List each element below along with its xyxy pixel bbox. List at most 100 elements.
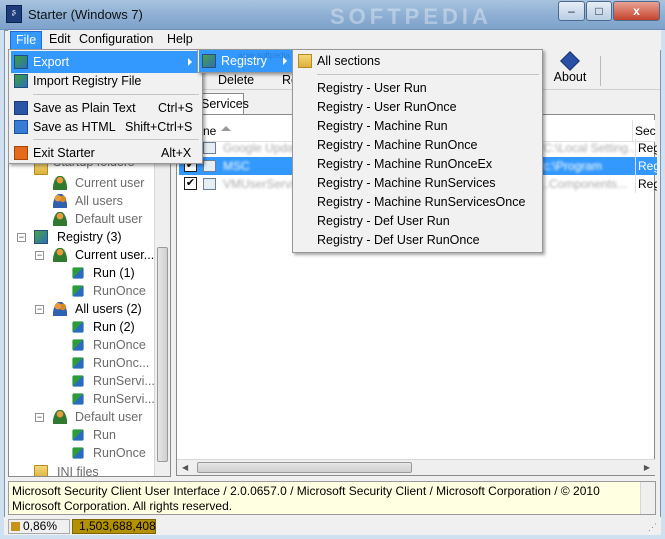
- status-bar: 0,86% 1,503,688,408 ⋰: [4, 517, 661, 535]
- export-icon: [14, 55, 28, 69]
- menu-separator: [33, 94, 199, 95]
- about-button[interactable]: About: [542, 51, 598, 88]
- registry-key-icon: [72, 393, 84, 405]
- registry-key-icon: [72, 285, 84, 297]
- users-icon: [53, 302, 67, 316]
- scroll-left-icon[interactable]: ◀: [182, 463, 188, 472]
- menu-bar: File Edit Configuration Help: [8, 30, 661, 50]
- folder-icon: [34, 465, 48, 476]
- menu-item-save-html[interactable]: Save as HTML Shift+Ctrl+S: [11, 116, 200, 138]
- import-icon: [14, 74, 28, 88]
- tree-sf-current-user[interactable]: Current user: [75, 174, 144, 192]
- collapse-default-user-icon[interactable]: −: [35, 413, 44, 422]
- tree-reg-current-run[interactable]: Run (1): [93, 264, 135, 282]
- tree-reg-all-users[interactable]: All users (2): [75, 300, 142, 318]
- save-icon: [14, 101, 28, 115]
- close-button[interactable]: x: [613, 1, 660, 21]
- about-label: About: [553, 70, 587, 84]
- tree-sf-all-users[interactable]: All users: [75, 192, 123, 210]
- registry-key-icon: [72, 429, 84, 441]
- collapse-current-user-icon[interactable]: −: [35, 251, 44, 260]
- tree-reg-default-run[interactable]: Run: [93, 426, 116, 444]
- tab-services[interactable]: Services: [196, 93, 249, 114]
- default-user-icon: [53, 410, 67, 424]
- column-section-header[interactable]: Sec: [635, 124, 656, 138]
- tree-sf-default-user[interactable]: Default user: [75, 210, 142, 228]
- resize-grip-icon[interactable]: ⋰: [648, 522, 657, 533]
- collapse-registry-icon[interactable]: −: [17, 233, 26, 242]
- menu-item-registry-section[interactable]: Registry - Def User RunOnce: [295, 229, 540, 251]
- column-name-header[interactable]: ne: [203, 124, 216, 138]
- maximize-button[interactable]: □: [586, 1, 612, 21]
- window-title: Starter (Windows 7): [28, 7, 143, 22]
- menu-configuration[interactable]: Configuration: [74, 31, 158, 50]
- program-icon: [203, 178, 216, 190]
- row-section: Reg: [635, 139, 657, 157]
- registry-key-icon: [72, 375, 84, 387]
- tree-reg-default-runonce[interactable]: RunOnce: [93, 444, 146, 462]
- save-html-shortcut: Shift+Ctrl+S: [125, 120, 193, 134]
- collapse-all-users-icon[interactable]: −: [35, 305, 44, 314]
- user-icon: [53, 248, 67, 262]
- scroll-right-icon[interactable]: ▶: [644, 463, 650, 472]
- row-checkbox[interactable]: ✔: [184, 177, 197, 190]
- details-line-1: Microsoft Security Client User Interface…: [12, 484, 600, 498]
- details-line-2: Microsoft Corporation. All rights reserv…: [12, 499, 233, 513]
- tree-reg-current-runonce[interactable]: RunOnce: [93, 282, 146, 300]
- details-scrollbar[interactable]: [640, 482, 655, 514]
- delete-button[interactable]: Delete: [218, 71, 254, 89]
- list-scroll-thumb[interactable]: [197, 462, 412, 473]
- app-icon: ᶳ: [6, 5, 22, 23]
- status-percent: 0,86%: [8, 519, 70, 534]
- info-diamond-icon: [560, 51, 580, 71]
- user-icon: [53, 176, 67, 190]
- row-path: ...Components...: [539, 177, 628, 191]
- menu-help[interactable]: Help: [162, 31, 198, 50]
- tree-reg-all-run[interactable]: Run (2): [93, 318, 135, 336]
- registry-key-icon: [72, 321, 84, 333]
- menu-item-exit[interactable]: Exit Starter Alt+X: [11, 142, 200, 164]
- tree-reg-default-user[interactable]: Default user: [75, 408, 142, 426]
- sort-arrow-icon: [221, 126, 231, 131]
- minimize-button[interactable]: –: [558, 1, 585, 21]
- submenu-arrow-icon: [188, 58, 192, 66]
- export-submenu: Registry www.softpedia.com: [197, 49, 307, 73]
- exit-shortcut: Alt+X: [161, 146, 192, 160]
- tree-ini-files[interactable]: INI files: [57, 463, 99, 476]
- details-panel: Microsoft Security Client User Interface…: [8, 481, 656, 515]
- softpedia-watermark: SOFTPEDIA: [330, 4, 492, 29]
- registry-key-icon: [72, 267, 84, 279]
- tree-registry[interactable]: Registry (3): [57, 228, 122, 246]
- all-sections-icon: [298, 54, 312, 68]
- file-menu: Export Import Registry File Save as Plai…: [8, 49, 203, 164]
- exit-icon: [14, 146, 28, 160]
- save-html-icon: [14, 120, 28, 134]
- registry-key-icon: [72, 357, 84, 369]
- menu-separator: [317, 74, 539, 75]
- tree-reg-all-item[interactable]: RunOnce: [93, 336, 146, 354]
- tree-reg-all-item[interactable]: RunServi...: [93, 372, 155, 390]
- registry-submenu: All sections Registry - User Run Registr…: [292, 49, 543, 253]
- tree-reg-all-item[interactable]: RunOnc...: [93, 354, 149, 372]
- tree-scroll-thumb[interactable]: [157, 247, 168, 462]
- users-icon: [53, 194, 67, 208]
- program-icon: [203, 160, 216, 172]
- row-name: MSC: [223, 159, 250, 173]
- row-path: "C:\Local Setting...: [539, 141, 638, 155]
- title-bar: ᶳ Starter (Windows 7) SOFTPEDIA – □ x: [0, 0, 665, 30]
- registry-icon: [202, 54, 216, 68]
- tree-reg-current-user[interactable]: Current user...: [75, 246, 154, 264]
- menu-item-all-sections[interactable]: All sections: [295, 50, 540, 72]
- tree-reg-all-item[interactable]: RunServi...: [93, 390, 155, 408]
- default-user-icon: [53, 212, 67, 226]
- registry-icon: [34, 230, 48, 244]
- list-hscrollbar[interactable]: ◀ ▶: [177, 459, 655, 475]
- menu-edit[interactable]: Edit: [44, 31, 76, 50]
- menu-separator: [33, 139, 199, 140]
- toolbar-separator: [600, 56, 601, 86]
- registry-key-icon: [72, 447, 84, 459]
- menu-item-import[interactable]: Import Registry File: [11, 70, 200, 92]
- menu-file[interactable]: File: [10, 31, 43, 50]
- status-bytes: 1,503,688,408: [72, 519, 156, 534]
- row-section: Reg: [635, 175, 657, 193]
